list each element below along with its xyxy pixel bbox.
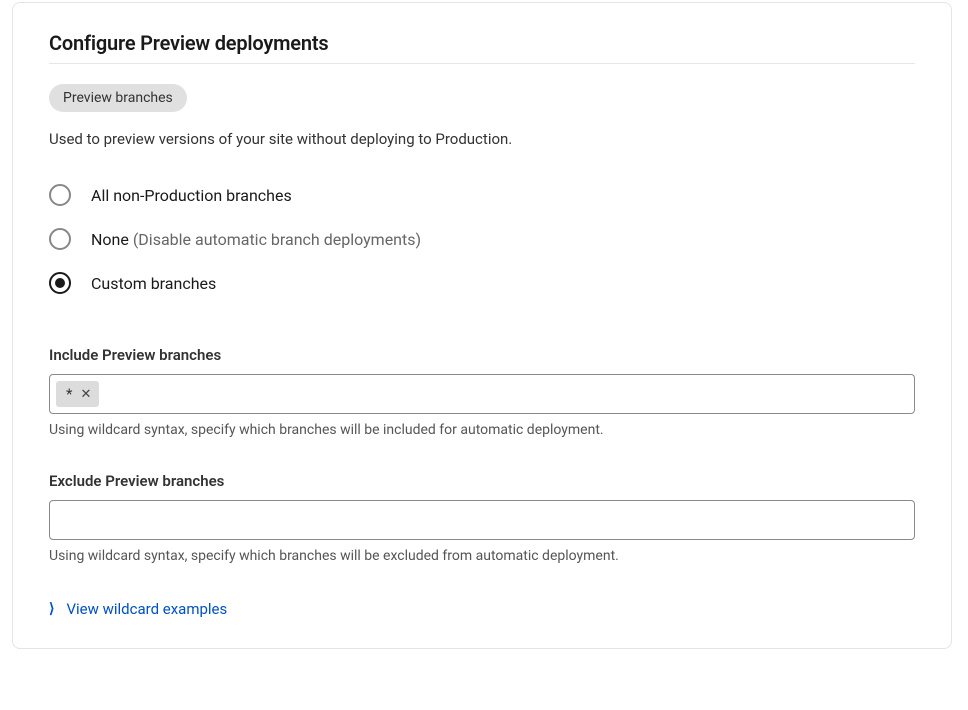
chevron-right-icon: ⟩ [49,601,54,617]
tag-text: * [66,385,72,403]
disclosure-label: View wildcard examples [66,600,227,618]
radio-indicator [49,228,71,250]
exclude-branches-label: Exclude Preview branches [49,472,915,490]
radio-indicator [49,272,71,294]
radio-indicator [49,184,71,206]
branch-tag: * ✕ [56,381,99,407]
radio-none[interactable]: None (Disable automatic branch deploymen… [49,228,915,250]
view-wildcard-examples-toggle[interactable]: ⟩ View wildcard examples [49,600,227,618]
section-description: Used to preview versions of your site wi… [49,130,915,148]
radio-label: All non-Production branches [91,186,292,205]
preview-deployments-panel: Configure Preview deployments Preview br… [12,2,952,649]
radio-label: Custom branches [91,274,216,293]
section-title: Configure Preview deployments [49,31,915,55]
include-branches-help: Using wildcard syntax, specify which bra… [49,422,915,438]
include-branches-text-entry[interactable] [105,380,908,409]
include-branches-field: Include Preview branches * ✕ Using wildc… [49,346,915,438]
exclude-branches-field: Exclude Preview branches Using wildcard … [49,472,915,564]
exclude-branches-text-entry[interactable] [56,506,908,535]
exclude-branches-input[interactable] [49,500,915,540]
exclude-branches-help: Using wildcard syntax, specify which bra… [49,548,915,564]
section-header: Configure Preview deployments [49,31,915,64]
radio-all-non-production[interactable]: All non-Production branches [49,184,915,206]
radio-label: None (Disable automatic branch deploymen… [91,230,421,249]
close-icon[interactable]: ✕ [80,387,91,401]
include-branches-input[interactable]: * ✕ [49,374,915,414]
branch-mode-radio-group: All non-Production branches None (Disabl… [49,184,915,294]
radio-custom-branches[interactable]: Custom branches [49,272,915,294]
preview-branches-pill: Preview branches [49,84,187,112]
include-branches-label: Include Preview branches [49,346,915,364]
